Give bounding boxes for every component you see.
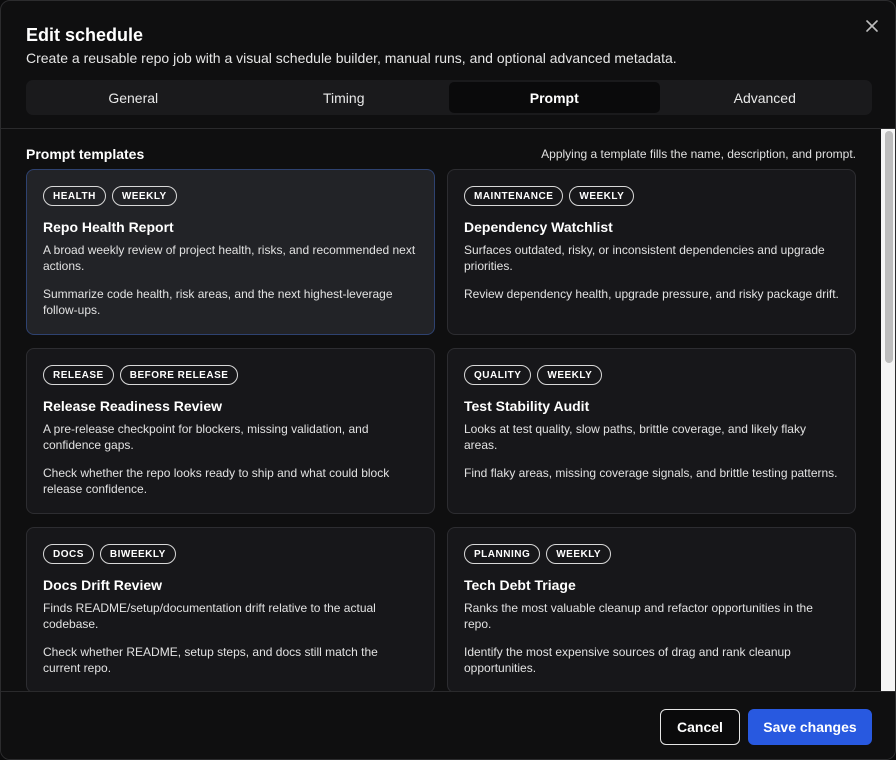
tag: WEEKLY [111, 186, 177, 206]
template-prompt: Summarize code health, risk areas, and t… [43, 287, 393, 317]
section-note: Applying a template fills the name, desc… [541, 147, 856, 161]
tag: WEEKLY [546, 544, 612, 564]
template-title: Test Stability Audit [464, 398, 590, 414]
content-scrollbar[interactable] [881, 129, 895, 691]
tag-list: DOCS BIWEEKLY [43, 544, 418, 564]
tag: BIWEEKLY [99, 544, 176, 564]
tag-list: MAINTENANCE WEEKLY [464, 186, 839, 206]
cancel-button[interactable]: Cancel [660, 709, 740, 745]
tab-general[interactable]: General [28, 82, 239, 113]
tag: QUALITY [464, 365, 532, 385]
tag: MAINTENANCE [464, 186, 564, 206]
tag: DOCS [43, 544, 94, 564]
dialog-footer: Cancel Save changes [1, 691, 895, 759]
template-title: Docs Drift Review [43, 577, 163, 593]
tag-list: PLANNING WEEKLY [464, 544, 839, 564]
dialog-title: Edit schedule [26, 25, 144, 45]
tag: RELEASE [43, 365, 114, 385]
template-card-dependency-watchlist[interactable]: MAINTENANCE WEEKLY Dependency Watchlist … [447, 169, 856, 335]
template-prompt: Find flaky areas, missing coverage signa… [464, 466, 838, 480]
template-description: Finds README/setup/documentation drift r… [43, 601, 376, 631]
template-prompt: Check whether README, setup steps, and d… [43, 645, 378, 675]
template-card-test-stability[interactable]: QUALITY WEEKLY Test Stability Audit Look… [447, 348, 856, 514]
tag-list: RELEASE BEFORE RELEASE [43, 365, 418, 385]
tab-timing[interactable]: Timing [239, 82, 450, 113]
edit-schedule-dialog: Edit schedule Create a reusable repo job… [0, 0, 896, 760]
tag: WEEKLY [537, 365, 603, 385]
template-description: Ranks the most valuable cleanup and refa… [464, 601, 813, 631]
template-description: Surfaces outdated, risky, or inconsisten… [464, 243, 825, 273]
tag: HEALTH [43, 186, 106, 206]
template-card-tech-debt[interactable]: PLANNING WEEKLY Tech Debt Triage Ranks t… [447, 527, 856, 691]
template-description: Looks at test quality, slow paths, britt… [464, 422, 806, 452]
dialog-header: Edit schedule Create a reusable repo job… [1, 1, 895, 129]
template-prompt: Identify the most expensive sources of d… [464, 645, 791, 675]
save-changes-button[interactable]: Save changes [748, 709, 872, 745]
template-title: Release Readiness Review [43, 398, 222, 414]
template-card-docs-drift[interactable]: DOCS BIWEEKLY Docs Drift Review Finds RE… [26, 527, 435, 691]
tag: BEFORE RELEASE [119, 365, 239, 385]
dialog-subtitle: Create a reusable repo job with a visual… [26, 50, 677, 66]
prompt-tab-content: Prompt templates Applying a template fil… [1, 129, 881, 691]
close-icon[interactable] [862, 16, 882, 36]
template-prompt: Check whether the repo looks ready to sh… [43, 466, 390, 496]
template-prompt: Review dependency health, upgrade pressu… [464, 287, 839, 301]
tab-advanced[interactable]: Advanced [660, 82, 871, 113]
template-description: A broad weekly review of project health,… [43, 243, 416, 273]
tab-bar: General Timing Prompt Advanced [26, 80, 872, 115]
template-title: Repo Health Report [43, 219, 174, 235]
template-title: Dependency Watchlist [464, 219, 613, 235]
tag: PLANNING [464, 544, 541, 564]
template-card-repo-health[interactable]: HEALTH WEEKLY Repo Health Report A broad… [26, 169, 435, 335]
tag-list: QUALITY WEEKLY [464, 365, 839, 385]
tag-list: HEALTH WEEKLY [43, 186, 418, 206]
tab-prompt[interactable]: Prompt [449, 82, 660, 113]
template-description: A pre-release checkpoint for blockers, m… [43, 422, 369, 452]
template-card-release-readiness[interactable]: RELEASE BEFORE RELEASE Release Readiness… [26, 348, 435, 514]
section-title: Prompt templates [26, 146, 145, 162]
template-title: Tech Debt Triage [464, 577, 576, 593]
tag: WEEKLY [569, 186, 635, 206]
scrollbar-thumb[interactable] [885, 131, 893, 363]
